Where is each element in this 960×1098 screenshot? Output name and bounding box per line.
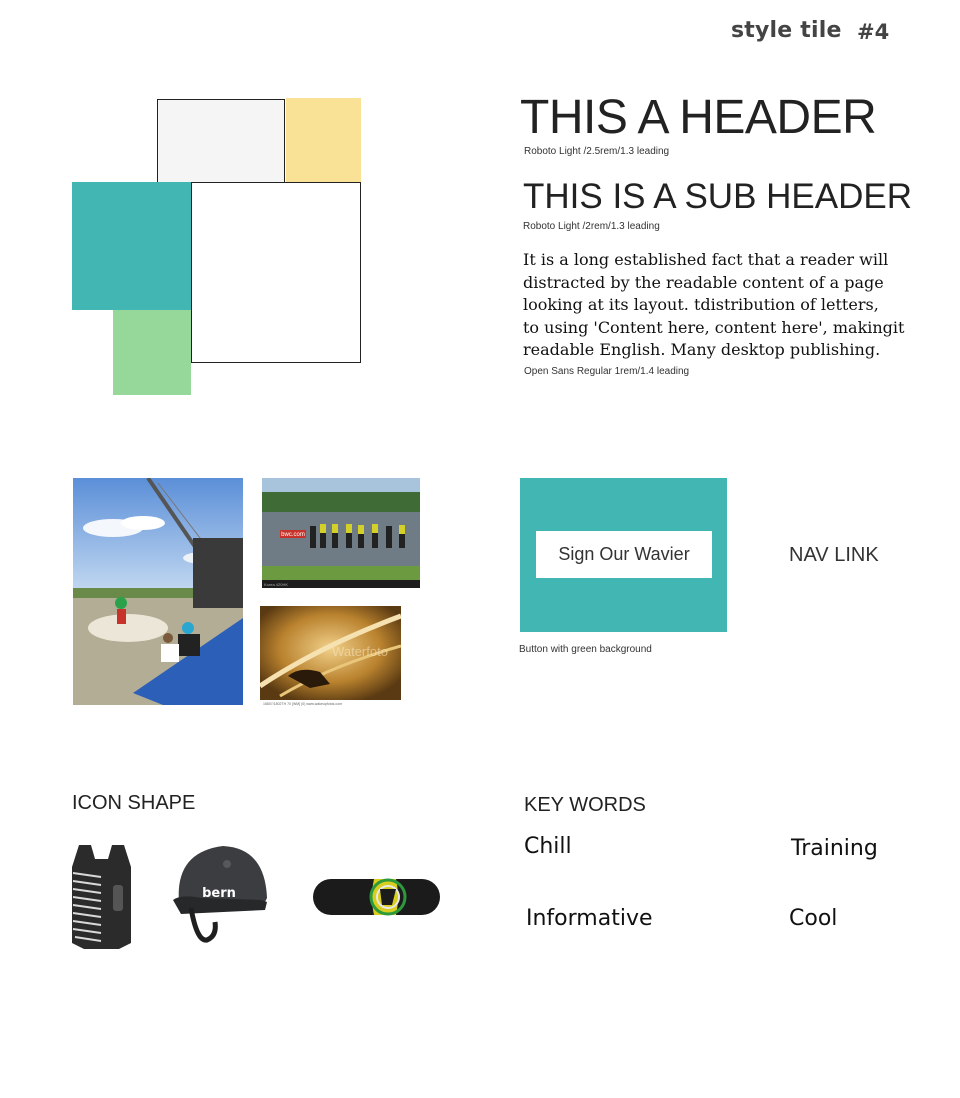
cable-park-photo	[73, 478, 243, 705]
swatch-white	[191, 182, 361, 363]
sample-body-text: It is a long established fact that a rea…	[523, 249, 923, 362]
wakeboard-icon	[312, 875, 441, 919]
wakeboard-spray-photo: Waterfoto 16807/1802TH 70 [WM] (0) www.w…	[260, 606, 401, 706]
helmet-brand-text: bern	[202, 886, 236, 901]
keyword-training: Training	[791, 836, 878, 861]
icon-shape-heading: ICON SHAPE	[72, 792, 196, 814]
group-lake-photo: bwc.com Korea 420HK	[262, 478, 420, 588]
keyword-chill: Chill	[524, 834, 572, 859]
subheader-spec-note: Roboto Light /2rem/1.3 leading	[523, 221, 660, 232]
swatch-yellow	[286, 98, 361, 182]
body-line: It is a long established fact that a rea…	[523, 250, 889, 269]
photo-watermark: Waterfoto	[332, 644, 388, 659]
sign-waiver-button[interactable]: Sign Our Wavier	[536, 531, 712, 578]
photo-caption: 16807/1802TH 70 [WM] (0) www.wakeupfotos…	[263, 702, 342, 706]
sample-subheader: THIS IS A SUB HEADER	[523, 177, 912, 216]
body-line: looking at its layout. tdistribution of …	[523, 295, 879, 315]
button-caption: Button with green background	[519, 644, 652, 655]
body-line: to using 'Content here, content here', m…	[523, 317, 905, 337]
body-line: readable English. Many desktop publishin…	[523, 340, 881, 360]
style-tile-number: #4	[857, 20, 890, 44]
button-sample-panel: Sign Our Wavier	[520, 478, 727, 632]
swatch-green	[113, 305, 191, 395]
sample-header: THIS A HEADER	[520, 91, 877, 144]
helmet-icon: bern	[171, 842, 269, 946]
style-tile-title: style tile	[731, 18, 842, 43]
keyword-cool: Cool	[789, 906, 838, 931]
keywords-heading: KEY WORDS	[524, 794, 646, 816]
swatch-light-gray	[157, 99, 285, 183]
header-spec-note: Roboto Light /2.5rem/1.3 leading	[524, 146, 670, 157]
body-spec-note: Open Sans Regular 1rem/1.4 leading	[524, 366, 690, 377]
nav-link[interactable]: NAV LINK	[789, 544, 879, 567]
photo-caption: Korea 420HK	[264, 582, 288, 587]
keyword-informative: Informative	[526, 906, 653, 931]
swatch-teal	[72, 182, 191, 310]
vest-icon	[71, 843, 132, 949]
tower-banner-text: bwc.com	[281, 532, 305, 538]
body-line: distracted by the readable content of a …	[523, 272, 884, 292]
